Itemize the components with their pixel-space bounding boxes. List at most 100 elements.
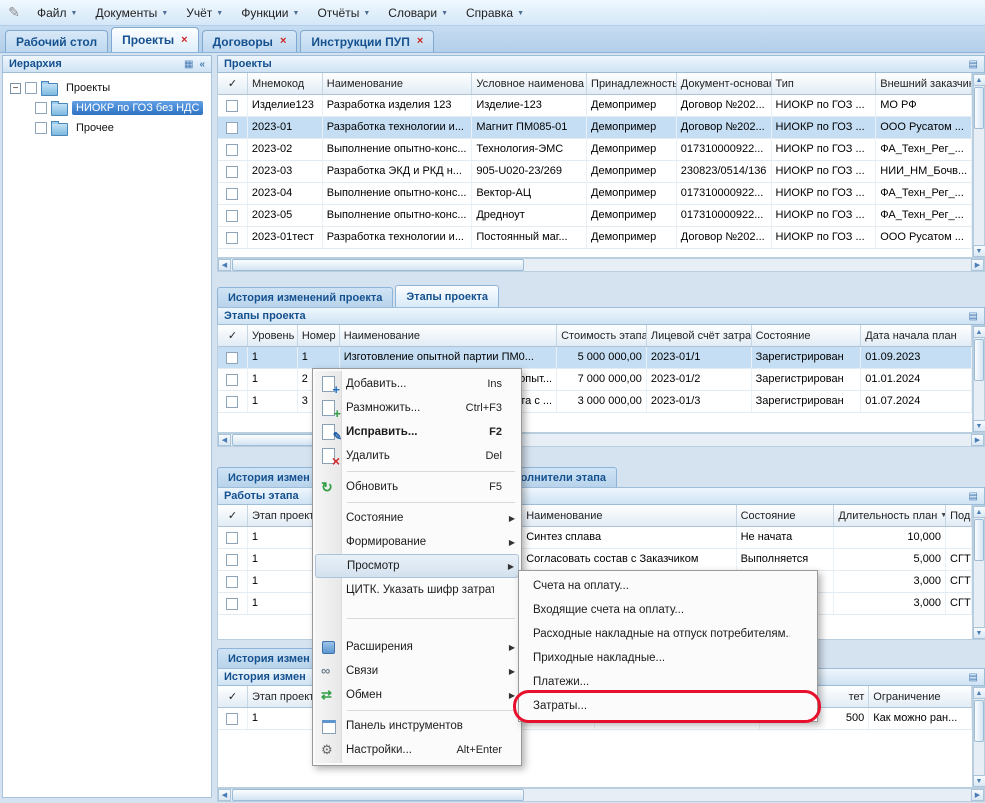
context-menu-item-2[interactable]: Исправить...F2 [315, 420, 519, 444]
view-submenu-item-1[interactable]: Входящие счета на оплату... [521, 598, 815, 622]
context-menu-item-5[interactable]: ОбновитьF5 [315, 475, 519, 499]
scroll-up-icon[interactable]: ▲ [973, 326, 985, 338]
menubar-item-5[interactable]: Словари▼ [379, 2, 457, 24]
tree-node-0[interactable]: −Проекты [3, 78, 210, 98]
scroll-left-icon[interactable]: ◀ [218, 434, 231, 446]
context-menu-item-16[interactable]: Панель инструментов [315, 714, 519, 738]
context-menu-item-17[interactable]: Настройки...Alt+Enter [315, 738, 519, 762]
projects-row-5[interactable]: 2023-05Выполнение опытно-конс...Дредноут… [218, 205, 972, 227]
projects-column-header-6[interactable]: Тип [772, 73, 877, 94]
history-vscrollbar[interactable]: ▲ ▼ [973, 686, 985, 788]
stages-column-header-3[interactable]: Наименование [340, 325, 557, 346]
scroll-left-icon[interactable]: ◀ [218, 259, 231, 271]
tab-workspace_tabs-2[interactable]: Договоры× [202, 30, 298, 52]
tree-checkbox[interactable] [35, 102, 47, 114]
stages-column-header-0[interactable]: ✓ [218, 325, 248, 346]
scrollbar-thumb[interactable] [232, 259, 524, 271]
context-menu-item-14[interactable]: Обмен▶ [315, 683, 519, 707]
scrollbar-thumb[interactable] [232, 789, 524, 801]
context-menu-item-7[interactable]: Состояние▶ [315, 506, 519, 530]
row-checkbox[interactable] [226, 598, 238, 610]
scroll-down-icon[interactable]: ▼ [973, 775, 985, 787]
panel-menu-icon[interactable]: ▤ [969, 59, 978, 70]
context-menu-item-0[interactable]: Добавить...Ins [315, 372, 519, 396]
tab-close-icon[interactable]: × [181, 35, 187, 46]
tree-checkbox[interactable] [25, 82, 37, 94]
panel-menu-icon[interactable]: ▤ [969, 311, 978, 322]
works-column-header-3[interactable]: Наименование [522, 505, 736, 526]
tab-workspace_tabs-3[interactable]: Инструкции ПУП× [300, 30, 434, 52]
row-checkbox[interactable] [226, 232, 238, 244]
stages-column-header-5[interactable]: Лицевой счёт затрат. [647, 325, 752, 346]
stages-column-header-4[interactable]: Стоимость этапа [557, 325, 647, 346]
menubar-item-2[interactable]: Учёт▼ [177, 2, 232, 24]
scrollbar-thumb[interactable] [974, 87, 984, 129]
tree-checkbox[interactable] [35, 122, 47, 134]
projects-vscrollbar[interactable]: ▲ ▼ [973, 73, 985, 258]
projects-row-4[interactable]: 2023-04Выполнение опытно-конс...Вектор-А… [218, 183, 972, 205]
row-checkbox[interactable] [226, 396, 238, 408]
scroll-left-icon[interactable]: ◀ [218, 789, 231, 801]
view-submenu-item-0[interactable]: Счета на оплату... [521, 574, 815, 598]
scroll-right-icon[interactable]: ▶ [971, 259, 984, 271]
scroll-down-icon[interactable]: ▼ [973, 245, 985, 257]
works-vscrollbar[interactable]: ▲ ▼ [973, 505, 985, 640]
row-checkbox[interactable] [226, 166, 238, 178]
stages-column-header-6[interactable]: Состояние [752, 325, 862, 346]
bottom-column-header-0[interactable]: ✓ [218, 686, 248, 707]
stages-column-header-2[interactable]: Номер [298, 325, 340, 346]
panel-menu-icon[interactable]: ▤ [969, 672, 978, 683]
tab-workspace_tabs-1[interactable]: Проекты× [111, 27, 199, 52]
row-checkbox[interactable] [226, 188, 238, 200]
works-column-header-4[interactable]: Состояние [737, 505, 835, 526]
stages-row-0[interactable]: 11Изготовление опытной партии ПМ0...5 00… [218, 347, 972, 369]
projects-row-0[interactable]: Изделие123Разработка изделия 123Изделие-… [218, 95, 972, 117]
works-column-header-5[interactable]: Длительность план▼ [834, 505, 946, 526]
scrollbar-thumb[interactable] [974, 700, 984, 742]
projects-column-header-0[interactable]: ✓ [218, 73, 248, 94]
row-checkbox[interactable] [226, 352, 238, 364]
context-menu-item-13[interactable]: Связи▶ [315, 659, 519, 683]
bottom-column-header-5[interactable]: Ограничение [869, 686, 972, 707]
row-checkbox[interactable] [226, 532, 238, 544]
tab-close-icon[interactable]: × [280, 36, 286, 47]
tree-expander-icon[interactable]: − [10, 83, 21, 94]
stages-vscrollbar[interactable]: ▲ ▼ [973, 325, 985, 433]
scroll-right-icon[interactable]: ▶ [971, 434, 984, 446]
projects-column-header-4[interactable]: Принадлежность [587, 73, 677, 94]
stages-column-header-1[interactable]: Уровень [248, 325, 298, 346]
scroll-up-icon[interactable]: ▲ [973, 687, 985, 699]
bottom-hscrollbar[interactable]: ◀ ▶ [217, 788, 985, 802]
context-menu-item-10[interactable]: ЦИТК. Указать шифр затрат... [315, 578, 519, 602]
find-in-tree-icon[interactable]: ▦ [184, 59, 193, 70]
scroll-right-icon[interactable]: ▶ [971, 789, 984, 801]
projects-row-2[interactable]: 2023-02Выполнение опытно-конс...Технолог… [218, 139, 972, 161]
projects-column-header-2[interactable]: Наименование [323, 73, 473, 94]
scrollbar-thumb[interactable] [974, 339, 984, 381]
scroll-up-icon[interactable]: ▲ [973, 74, 985, 86]
scroll-up-icon[interactable]: ▲ [973, 506, 985, 518]
row-checkbox[interactable] [226, 576, 238, 588]
row-checkbox[interactable] [226, 554, 238, 566]
menubar-item-0[interactable]: Файл▼ [28, 2, 86, 24]
view-submenu-item-3[interactable]: Приходные накладные... [521, 646, 815, 670]
works-column-header-0[interactable]: ✓ [218, 505, 248, 526]
row-checkbox[interactable] [226, 144, 238, 156]
tab-close-icon[interactable]: × [417, 36, 423, 47]
projects-row-1[interactable]: 2023-01Разработка технологии и...Магнит … [218, 117, 972, 139]
projects-hscrollbar[interactable]: ◀ ▶ [217, 258, 985, 272]
stages-column-header-7[interactable]: Дата начала план [861, 325, 972, 346]
row-checkbox[interactable] [226, 122, 238, 134]
panel-menu-icon[interactable]: ▤ [969, 491, 978, 502]
projects-column-header-7[interactable]: Внешний заказчик [876, 73, 972, 94]
row-checkbox[interactable] [226, 713, 238, 725]
projects-row-6[interactable]: 2023-01тестРазработка технологии и...Пос… [218, 227, 972, 249]
tab-history_stages_tabs-0[interactable]: История изменений проекта [217, 287, 393, 307]
scrollbar-thumb[interactable] [974, 519, 984, 561]
context-menu-item-9[interactable]: Просмотр▶ [315, 554, 519, 578]
menubar-item-4[interactable]: Отчёты▼ [308, 2, 379, 24]
menubar-item-3[interactable]: Функции▼ [232, 2, 308, 24]
collapse-panel-icon[interactable]: « [199, 59, 205, 70]
context-menu-item-12[interactable]: Расширения▶ [315, 635, 519, 659]
tree-node-1[interactable]: НИОКР по ГОЗ без НДС [3, 98, 210, 118]
